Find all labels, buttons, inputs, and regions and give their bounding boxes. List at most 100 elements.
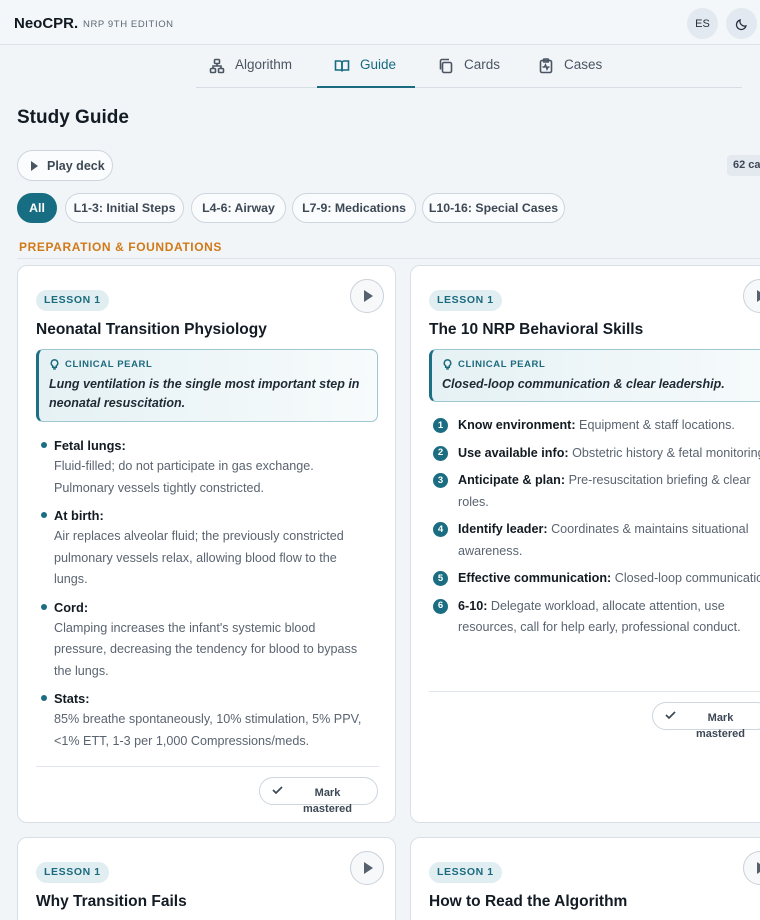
skill-body: Closed-loop communication. <box>614 571 760 585</box>
clinical-pearl-label: CLINICAL PEARL <box>65 359 153 370</box>
tab-label: Cards <box>464 57 501 72</box>
card-title: How to Read the Algorithm <box>429 893 628 910</box>
app-brand[interactable]: NeoCPR. <box>14 15 78 32</box>
point-heading: Stats: <box>54 691 90 706</box>
tab-guide[interactable]: Guide <box>334 57 396 87</box>
step-number: 5 <box>433 571 448 586</box>
language-toggle-button[interactable]: ES <box>687 8 718 39</box>
lesson-card: LESSON 1 Neonatal Transition Physiology … <box>17 265 396 823</box>
lesson-badge: LESSON 1 <box>429 290 502 311</box>
edition-label: NRP 9TH EDITION <box>83 19 174 30</box>
play-icon <box>364 862 373 874</box>
filter-chip-initial-steps[interactable]: L1-3: Initial Steps <box>65 193 184 223</box>
card-play-button[interactable] <box>743 279 760 313</box>
clinical-pearl: CLINICAL PEARL Closed-loop communication… <box>429 349 760 402</box>
main-tabs: Algorithm Guide Cards Cases <box>0 45 760 89</box>
point-body: Air replaces alveolar fluid; the previou… <box>54 529 344 586</box>
bullet-dot <box>41 695 47 701</box>
section-divider <box>17 258 760 259</box>
tab-cases[interactable]: Cases <box>538 57 602 87</box>
step-number: 6 <box>433 598 448 614</box>
point-heading: At birth: <box>54 508 104 523</box>
play-icon <box>31 160 38 171</box>
mark-mastered-button[interactable]: Mark mastered <box>652 702 760 740</box>
clinical-pearl-header: CLINICAL PEARL <box>442 359 545 370</box>
active-tab-indicator <box>317 86 415 88</box>
skill-heading: Effective communication: <box>458 571 612 585</box>
step-number: 1 <box>433 418 448 433</box>
mark-mastered-button[interactable]: Mark mastered <box>259 777 378 815</box>
bullet-dot <box>41 512 47 518</box>
list-item: 1 Know environment: Equipment & staff lo… <box>433 415 760 437</box>
clinical-pearl-text: Closed-loop communication & clear leader… <box>442 377 725 391</box>
lightbulb-icon <box>443 359 452 370</box>
lesson-badge: LESSON 1 <box>429 862 502 883</box>
play-icon <box>364 290 373 302</box>
filter-chip-airway[interactable]: L4-6: Airway <box>191 193 286 223</box>
section-heading: PREPARATION & FOUNDATIONS <box>19 240 222 254</box>
list-item: Cord: Clamping increases the infant's sy… <box>36 598 366 683</box>
skill-body: Delegate workload, allocate attention, u… <box>458 598 741 635</box>
step-number: 4 <box>433 522 448 537</box>
skill-heading: Know environment: <box>458 418 576 432</box>
bullet-dot <box>41 603 47 610</box>
card-title: Why Transition Fails <box>36 893 187 910</box>
list-item: 4 Identify leader: Coordinates & maintai… <box>433 519 760 562</box>
clinical-pearl: CLINICAL PEARL Lung ventilation is the s… <box>36 349 378 422</box>
lesson-card: LESSON 1 Why Transition Fails <box>17 837 396 920</box>
skill-heading: Anticipate & plan: <box>458 473 566 487</box>
clinical-pearl-label: CLINICAL PEARL <box>458 359 546 370</box>
list-item: At birth: Air replaces alveolar fluid; t… <box>36 506 366 591</box>
card-play-button[interactable] <box>743 851 760 885</box>
tab-algorithm[interactable]: Algorithm <box>209 57 292 87</box>
list-item: Fetal lungs: Fluid-filled; do not partic… <box>36 436 366 499</box>
tab-label: Guide <box>360 57 397 72</box>
check-icon <box>665 710 676 720</box>
card-count-badge: 62 ca <box>727 155 760 176</box>
clipboard-pulse-icon <box>539 58 553 74</box>
step-number: 3 <box>433 473 448 488</box>
card-title: The 10 NRP Behavioral Skills <box>429 321 644 338</box>
filter-chip-special-cases[interactable]: L10-16: Special Cases <box>422 193 565 223</box>
behavioral-skills-list: 1 Know environment: Equipment & staff lo… <box>433 415 760 645</box>
card-divider <box>429 691 760 692</box>
card-title: Neonatal Transition Physiology <box>36 321 267 338</box>
list-item: Stats: 85% breathe spontaneously, 10% st… <box>36 689 366 752</box>
mark-mastered-label: Mark mastered <box>696 712 745 740</box>
lesson-badge: LESSON 1 <box>36 290 109 311</box>
top-bar: NeoCPR. NRP 9TH EDITION ES <box>0 0 760 45</box>
tab-label: Algorithm <box>235 57 293 72</box>
tab-label: Cases <box>564 57 603 72</box>
clinical-pearl-header: CLINICAL PEARL <box>49 359 152 370</box>
card-play-button[interactable] <box>350 851 384 885</box>
skill-heading: Use available info: <box>458 445 569 460</box>
page-title: Study Guide <box>17 107 129 128</box>
book-open-icon <box>334 60 350 72</box>
lesson-card: LESSON 1 The 10 NRP Behavioral Skills CL… <box>410 265 760 823</box>
algorithm-tree-icon <box>209 58 225 74</box>
tabs-divider <box>196 87 742 88</box>
point-heading: Fetal lungs: <box>54 438 126 453</box>
point-body: 85% breathe spontaneously, 10% stimulati… <box>54 712 362 748</box>
filter-chip-all[interactable]: All <box>17 193 57 223</box>
lesson-badge: LESSON 1 <box>36 862 109 883</box>
check-icon <box>272 785 283 795</box>
key-points-list: Fetal lungs: Fluid-filled; do not partic… <box>36 436 366 759</box>
list-item: 3 Anticipate & plan: Pre-resuscitation b… <box>433 470 760 513</box>
filter-chip-medications[interactable]: L7-9: Medications <box>292 193 416 223</box>
point-body: Clamping increases the infant's systemic… <box>54 620 358 678</box>
skill-body: Obstetric history & fetal monitoring. <box>572 445 760 460</box>
skill-heading: 6-10: <box>458 598 488 613</box>
theme-toggle-button[interactable] <box>726 8 757 39</box>
skill-body: Equipment & staff locations. <box>579 418 735 432</box>
point-heading: Cord: <box>54 599 89 615</box>
bullet-dot <box>41 442 47 448</box>
point-body: Fluid-filled; do not participate in gas … <box>54 459 314 495</box>
lesson-card: LESSON 1 How to Read the Algorithm <box>410 837 760 920</box>
skill-heading: Identify leader: <box>458 522 548 536</box>
card-divider <box>36 766 379 767</box>
card-play-button[interactable] <box>350 279 384 313</box>
tab-cards[interactable]: Cards <box>438 57 500 87</box>
clinical-pearl-text: Lung ventilation is the single most impo… <box>49 377 360 410</box>
play-deck-button[interactable]: Play deck <box>17 150 113 181</box>
